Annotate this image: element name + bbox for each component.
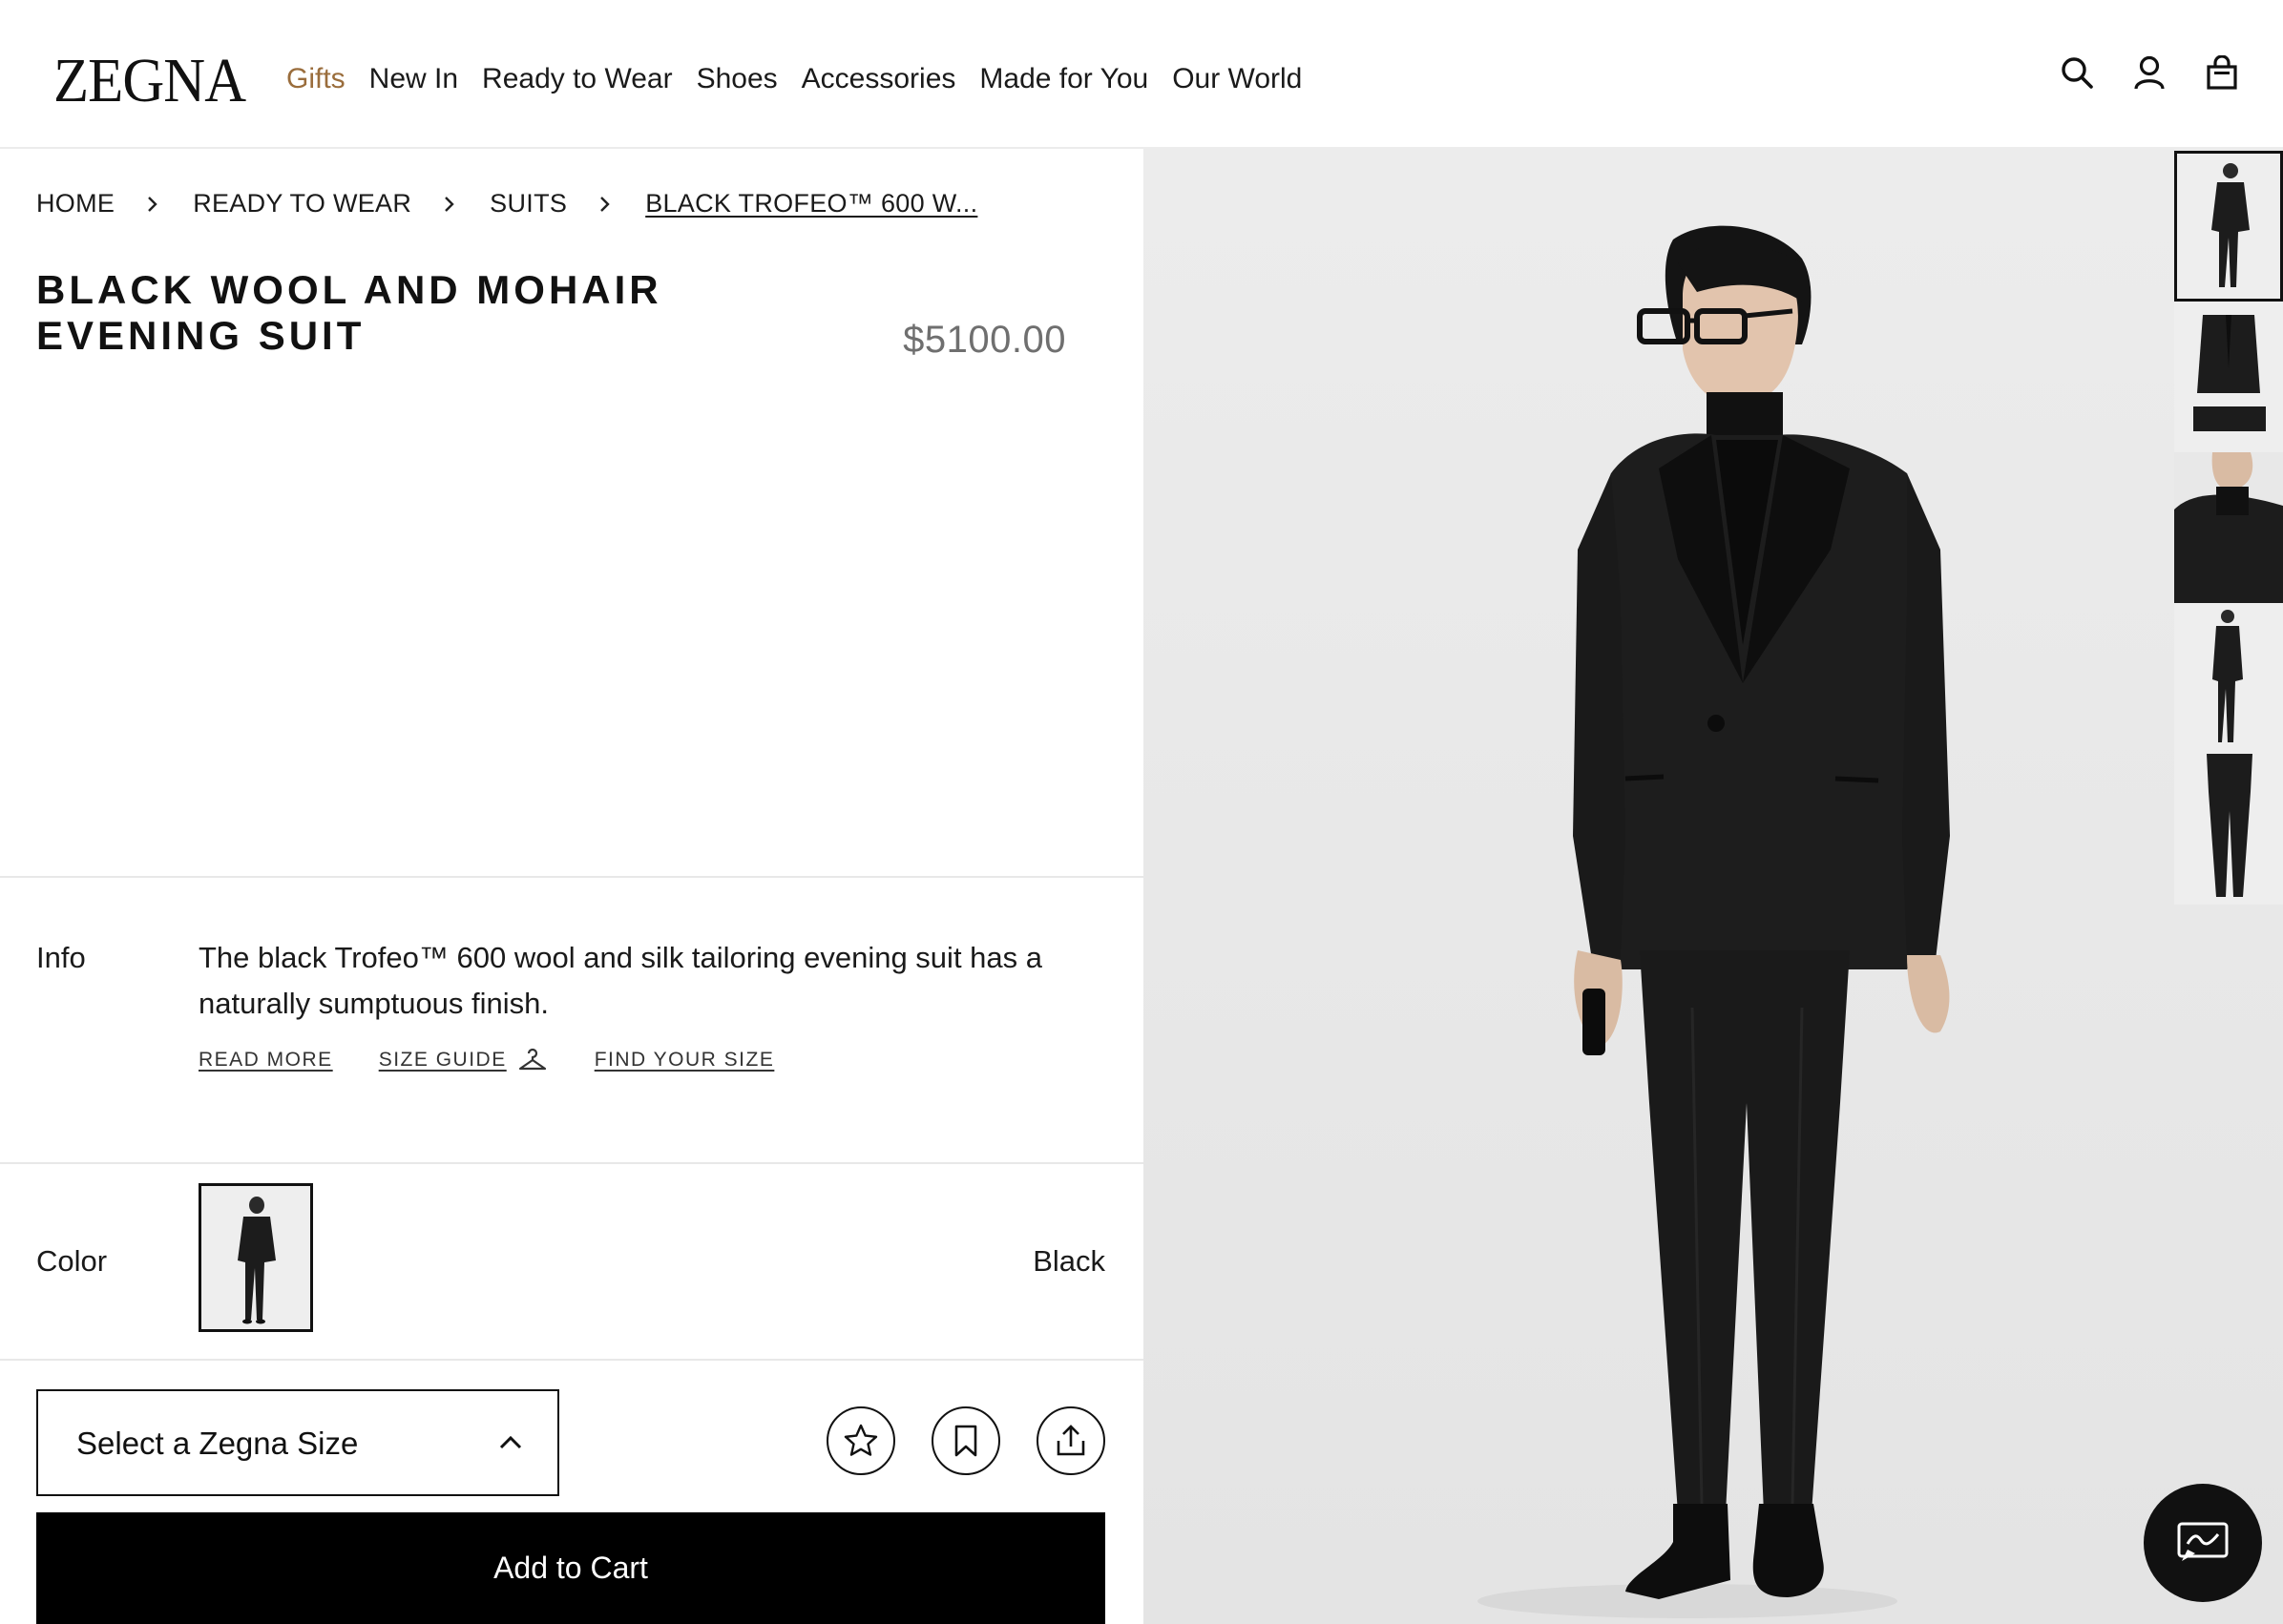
bookmark-icon bbox=[954, 1425, 977, 1457]
account-icon[interactable] bbox=[2132, 53, 2167, 92]
product-hero-image[interactable] bbox=[1143, 149, 2283, 1624]
info-links: READ MORE SIZE GUIDE FIND YOUR SIZE bbox=[199, 1048, 820, 1072]
thumbnail-1[interactable] bbox=[2174, 151, 2283, 302]
size-select-label: Select a Zegna Size bbox=[76, 1426, 359, 1461]
add-to-cart-button[interactable]: Add to Cart bbox=[36, 1512, 1105, 1624]
product-details-panel: HOME READY TO WEAR SUITS BLACK TROFEO™ 6… bbox=[0, 151, 1143, 1624]
info-description: The black Trofeo™ 600 wool and silk tail… bbox=[199, 941, 1042, 1020]
main-nav: Gifts New In Ready to Wear Shoes Accesso… bbox=[286, 65, 1326, 94]
breadcrumb-current[interactable]: BLACK TROFEO™ 600 W... bbox=[645, 191, 977, 217]
nav-item-shoes[interactable]: Shoes bbox=[697, 65, 778, 94]
breadcrumb-ready-to-wear[interactable]: READY TO WEAR bbox=[193, 191, 411, 217]
thumbnail-strip bbox=[2174, 151, 2283, 905]
shopping-bag-icon[interactable] bbox=[2205, 53, 2239, 92]
share-icon bbox=[1057, 1425, 1085, 1456]
nav-item-accessories[interactable]: Accessories bbox=[802, 65, 956, 94]
product-title: BLACK WOOL AND MOHAIR EVENING SUIT bbox=[36, 267, 662, 358]
header-actions bbox=[2060, 53, 2239, 92]
chat-button[interactable] bbox=[2144, 1484, 2262, 1602]
color-label: Color bbox=[36, 1244, 108, 1278]
breadcrumb-home[interactable]: HOME bbox=[36, 191, 115, 217]
hanger-icon bbox=[518, 1048, 547, 1072]
product-price: $5100.00 bbox=[903, 319, 1066, 361]
nav-item-new-in[interactable]: New In bbox=[369, 65, 458, 94]
thumbnail-3[interactable] bbox=[2174, 452, 2283, 603]
divider bbox=[0, 1162, 1143, 1164]
site-header: ZEGNA Gifts New In Ready to Wear Shoes A… bbox=[0, 0, 2283, 149]
info-label: Info bbox=[36, 941, 86, 974]
chevron-right-icon bbox=[444, 195, 457, 214]
chevron-up-icon bbox=[498, 1433, 523, 1452]
divider bbox=[0, 876, 1143, 878]
chevron-right-icon bbox=[599, 195, 613, 214]
nav-item-our-world[interactable]: Our World bbox=[1172, 65, 1302, 94]
favorite-button[interactable] bbox=[827, 1406, 895, 1475]
zegna-logo[interactable]: ZEGNA bbox=[53, 50, 246, 113]
thumbnail-2[interactable] bbox=[2174, 302, 2283, 452]
search-icon[interactable] bbox=[2060, 53, 2094, 92]
nav-item-gifts[interactable]: Gifts bbox=[286, 65, 346, 94]
share-button[interactable] bbox=[1037, 1406, 1105, 1475]
model-wearing-suit-image bbox=[1143, 149, 2283, 1624]
color-value: Black bbox=[1033, 1244, 1105, 1278]
size-guide-link[interactable]: SIZE GUIDE bbox=[379, 1049, 507, 1072]
nav-item-ready-to-wear[interactable]: Ready to Wear bbox=[482, 65, 673, 94]
chat-icon bbox=[2177, 1522, 2229, 1561]
find-your-size-link[interactable]: FIND YOUR SIZE bbox=[595, 1049, 775, 1072]
chevron-right-icon bbox=[147, 195, 160, 214]
save-button[interactable] bbox=[932, 1406, 1000, 1475]
nav-item-made-for-you[interactable]: Made for You bbox=[979, 65, 1148, 94]
thumbnail-5[interactable] bbox=[2174, 754, 2283, 905]
star-icon bbox=[844, 1424, 878, 1456]
size-select[interactable]: Select a Zegna Size bbox=[36, 1389, 559, 1496]
breadcrumb: HOME READY TO WEAR SUITS BLACK TROFEO™ 6… bbox=[36, 191, 977, 217]
divider bbox=[0, 1359, 1143, 1361]
color-swatch-black[interactable] bbox=[199, 1183, 313, 1332]
read-more-link[interactable]: READ MORE bbox=[199, 1049, 333, 1072]
breadcrumb-suits[interactable]: SUITS bbox=[490, 191, 567, 217]
thumbnail-4[interactable] bbox=[2174, 603, 2283, 754]
